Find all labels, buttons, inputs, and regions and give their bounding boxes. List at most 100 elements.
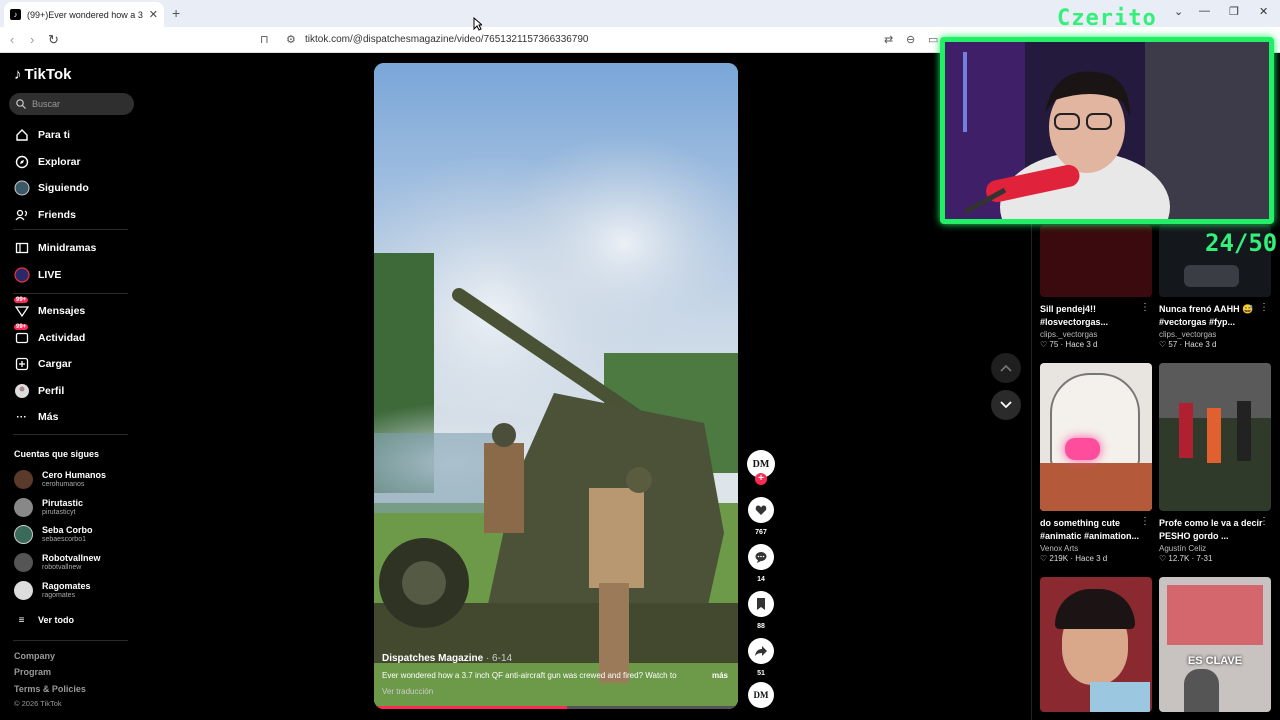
webcam-feed — [945, 42, 1269, 219]
follow-plus-icon[interactable]: + — [755, 473, 767, 485]
minimize-icon[interactable]: — — [1199, 5, 1210, 17]
bookmark-icon[interactable]: ⊓ — [260, 33, 269, 46]
save-button[interactable] — [748, 591, 774, 617]
video-progress-bar[interactable] — [374, 706, 738, 709]
following-account[interactable]: Pirutastic pirutasticyt — [14, 498, 83, 517]
footer-program[interactable]: Program — [14, 667, 51, 677]
sidebar-divider — [13, 434, 128, 435]
following-account[interactable]: Robotvallnew robotvallnew — [14, 553, 101, 572]
video-date: · 6-14 — [485, 653, 513, 664]
next-video-button[interactable] — [991, 390, 1021, 420]
heart-outline-icon: ♡ — [1040, 340, 1050, 349]
mouse-cursor-icon — [473, 17, 482, 31]
nav-mas[interactable]: ··· Más — [13, 408, 58, 426]
nav-explorar[interactable]: Explorar — [13, 153, 81, 171]
see-all-link[interactable]: ≡ Ver todo — [13, 611, 74, 629]
tab-search-icon[interactable]: ⌄ — [1174, 5, 1183, 18]
more-options-icon[interactable]: ⋮ — [1259, 516, 1269, 527]
comment-icon — [755, 552, 767, 563]
card-author[interactable]: clips._vectorgas — [1159, 330, 1271, 339]
translate-link[interactable]: Ver traducción — [382, 687, 433, 696]
url-field[interactable]: tiktok.com/@dispatchesmagazine/video/765… — [305, 34, 589, 45]
following-account[interactable]: Seba Corbo sebaescorbo1 — [14, 525, 93, 544]
footer-company[interactable]: Company — [14, 651, 55, 661]
home-icon — [13, 127, 30, 144]
video-frame — [374, 63, 738, 709]
following-account[interactable]: Cero Humanos cerohumanos — [14, 470, 106, 489]
search-input[interactable]: Buscar — [9, 93, 134, 115]
messages-badge: 99+ — [14, 296, 29, 303]
card-title: Sill pendej4!! #losvectorgas... — [1040, 304, 1109, 327]
close-tab-icon[interactable]: ✕ — [149, 8, 158, 21]
avatar — [14, 581, 33, 600]
card-author[interactable]: Agustín Celiz — [1159, 544, 1271, 553]
like-count: 767 — [755, 529, 767, 536]
forward-icon[interactable]: › — [30, 32, 34, 47]
new-tab-icon[interactable]: + — [172, 5, 180, 21]
recommended-card[interactable]: ES CLAVE — [1159, 577, 1271, 712]
activity-icon: 99+ — [13, 323, 30, 347]
nav-cargar[interactable]: Cargar — [13, 355, 72, 373]
card-title: Profe como le va a decir PESHO gordo ... — [1159, 518, 1263, 541]
save-count: 88 — [757, 623, 765, 630]
recommended-card[interactable]: ⋮ do something cute #animatic #animation… — [1040, 363, 1152, 563]
avatar — [14, 470, 33, 489]
browser-tab[interactable]: ♪ (99+)Ever wondered how a 3 ✕ — [4, 2, 164, 27]
previous-video-button[interactable] — [991, 353, 1021, 383]
recommended-card[interactable]: ⋮ Sill pendej4!! #losvectorgas... clips.… — [1040, 225, 1152, 349]
nav-friends[interactable]: Friends — [13, 206, 76, 224]
progress-counter: 24/50 — [1205, 229, 1278, 257]
maximize-icon[interactable]: ❐ — [1229, 5, 1239, 18]
nav-siguiendo[interactable]: Siguiendo — [13, 179, 89, 197]
recommended-card[interactable] — [1040, 577, 1152, 712]
tiktok-note-icon: ♪ — [14, 66, 22, 83]
nav-mensajes[interactable]: 99+ Mensajes — [13, 296, 85, 320]
video-thumbnail — [1040, 225, 1152, 297]
reload-icon[interactable]: ↻ — [48, 32, 59, 48]
video-thumbnail: ES CLAVE — [1159, 577, 1271, 712]
nav-perfil[interactable]: Perfil — [13, 382, 64, 400]
nav-actividad[interactable]: 99+ Actividad — [13, 323, 85, 347]
following-title: Cuentas que sigues — [14, 449, 100, 459]
tiktok-favicon-icon: ♪ — [10, 9, 21, 20]
nav-live[interactable]: LIVE — [13, 266, 61, 284]
following-account[interactable]: Ragomates ragomates — [14, 581, 91, 600]
recommended-card[interactable]: ⋮ Profe como le va a decir PESHO gordo .… — [1159, 363, 1271, 563]
tab-title: (99+)Ever wondered how a 3 — [27, 9, 143, 20]
nav-para-ti[interactable]: Para ti — [13, 126, 70, 144]
video-player[interactable]: Dispatches Magazine · 6-14 Ever wondered… — [374, 63, 738, 709]
heart-icon — [755, 505, 767, 515]
share-count: 51 — [757, 670, 765, 677]
search-icon — [16, 99, 26, 109]
sound-avatar[interactable]: DM — [748, 682, 774, 708]
card-author[interactable]: clips._vectorgas — [1040, 330, 1152, 339]
more-options-icon[interactable]: ⋮ — [1259, 302, 1269, 313]
cast-icon[interactable]: ▭ — [928, 33, 938, 46]
card-author[interactable]: Venox Arts — [1040, 544, 1152, 553]
tiktok-logo[interactable]: ♪ TikTok — [14, 66, 71, 83]
avatar — [14, 525, 33, 544]
heart-outline-icon: ♡ — [1040, 554, 1050, 563]
footer-terms[interactable]: Terms & Policies — [14, 684, 86, 694]
more-options-icon[interactable]: ⋮ — [1140, 302, 1150, 313]
site-info-icon[interactable]: ⚙ — [286, 33, 296, 46]
share-button[interactable] — [748, 638, 774, 664]
more-options-icon[interactable]: ⋮ — [1140, 516, 1150, 527]
heart-outline-icon: ♡ — [1159, 554, 1169, 563]
sidebar-divider — [13, 229, 128, 230]
video-more-link[interactable]: más — [712, 671, 728, 680]
zoom-icon[interactable]: ⊖ — [906, 33, 915, 46]
following-icon — [13, 180, 30, 197]
list-icon: ≡ — [18, 614, 25, 626]
profile-icon — [13, 383, 30, 400]
streamer-name: Czerito — [1057, 6, 1157, 31]
nav-minidramas[interactable]: Minidramas — [13, 239, 96, 257]
close-window-icon[interactable]: ✕ — [1259, 5, 1268, 18]
sidebar-divider — [13, 293, 128, 294]
comment-button[interactable] — [748, 544, 774, 570]
translate-icon[interactable]: ⇄ — [884, 33, 893, 46]
more-icon: ··· — [16, 411, 27, 423]
back-icon[interactable]: ‹ — [10, 32, 14, 47]
video-author[interactable]: Dispatches Magazine — [382, 653, 483, 664]
like-button[interactable] — [748, 497, 774, 523]
